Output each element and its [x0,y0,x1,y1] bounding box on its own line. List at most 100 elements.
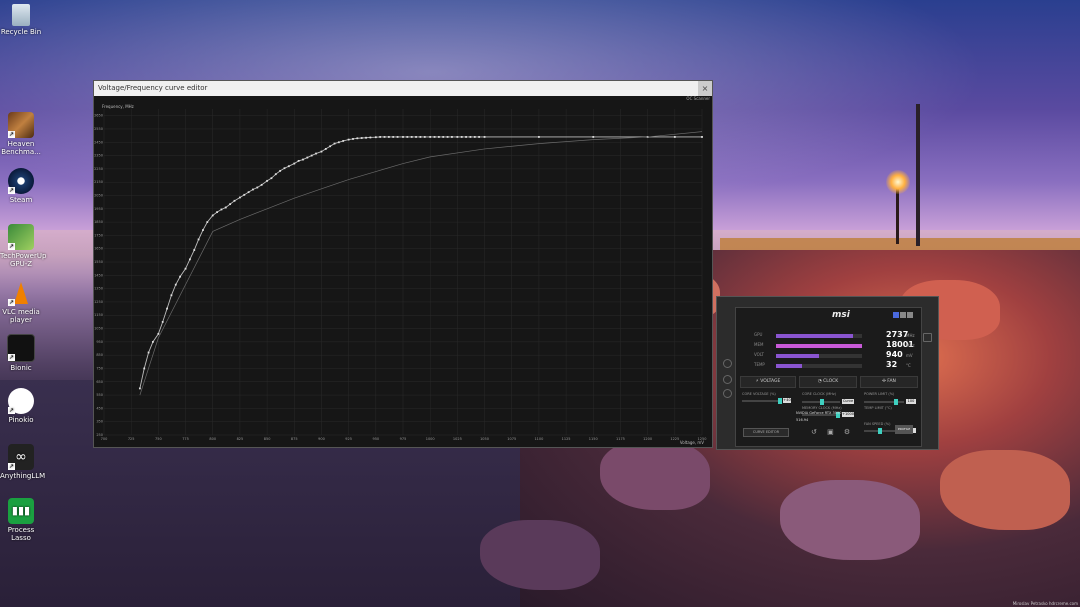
y-tick-label: 550 [96,393,103,397]
curve-point [483,136,486,138]
curve-point [465,136,467,138]
monitor-fill [776,364,802,368]
y-tick-label: 950 [96,340,103,344]
reset-save-apply-buttons[interactable]: ↺ ▣ ⚙ [811,428,854,436]
desktop-icon-process-lasso[interactable]: ▮▮▮ Process Lasso [0,498,42,542]
tab-fan[interactable]: ✣ FAN [860,376,918,388]
x-tick-label: 1050 [480,437,489,441]
desktop-icon-heaven-benchmark[interactable]: ↗ Heaven Benchma... [0,112,42,156]
temp-limit-label: TEMP LIMIT (°C) [864,406,892,410]
x-tick-label: 750 [155,437,162,441]
desktop-icon-label: Pinokio [8,416,34,424]
curve-point [333,142,336,145]
y-tick-label: 350 [96,420,103,424]
curve-point [437,136,440,138]
y-tick-label: 2150 [94,180,103,184]
desktop-icon-vlc[interactable]: ↗ VLC media player [0,280,42,324]
msi-afterburner-window[interactable]: msi GPU 2737 MHz MEM 18001 MHz VOLT 940 mV TEMP 32… [716,296,939,450]
curve-point [224,206,227,209]
memory-clock-value[interactable]: +1000 [842,412,854,417]
monitor-bar [776,354,862,358]
settings-window-button[interactable] [893,312,899,318]
vf-chart[interactable]: 700 725 750 775 800 825 850 875 900 925 950 975 1000… [94,103,712,447]
curve-point [287,165,290,168]
x-tick-label: 1100 [534,437,543,441]
core-clock-value[interactable]: Curve [842,399,854,404]
core-clock-slider[interactable] [802,399,840,405]
x-tick-label: 1075 [507,437,516,441]
y-tick-label: 450 [96,406,103,410]
curve-point [673,136,676,138]
curve-editor-button[interactable]: CURVE EDITOR [743,428,789,437]
curve-point [233,199,236,202]
x-tick-label: 900 [318,437,325,441]
curve-point [220,208,223,211]
curve-point [202,229,204,231]
monitor-unit: mV [906,353,913,358]
monitor-row-temp: TEMP 32 °C [754,360,919,370]
curve-point [174,283,177,286]
curve-point [406,136,409,138]
power-limit-slider[interactable] [864,399,904,405]
monitor-bar [776,334,862,338]
slider-knob[interactable] [894,399,898,405]
curve-point [306,156,309,159]
tab-voltage[interactable]: ⚡ VOLTAGE [740,376,796,388]
desktop-icon-anythingllm[interactable]: ∞ ↗ AnythingLLM [0,444,46,480]
y-tick-label: 1950 [94,207,103,211]
curve-point [310,154,313,157]
monitor-unit: MHz [906,333,915,338]
close-button[interactable]: × [698,81,712,96]
x-tick-label: 1000 [426,437,435,441]
minimize-button[interactable] [900,312,906,318]
curve-point [342,140,345,142]
desktop-icon-label: AnythingLLM [0,472,46,480]
y-tick-label: 2450 [94,140,103,144]
curve-point [442,136,445,138]
curve-point [256,186,259,189]
curve-point [473,136,476,138]
close-button[interactable] [907,312,913,318]
settings-icon[interactable] [723,389,732,398]
power-limit-value[interactable]: 100 [906,399,916,404]
desktop-icon-label: Bionic [10,364,32,372]
slider-knob[interactable] [878,428,882,434]
curve-point [216,211,218,214]
y-tick-label: 1650 [94,247,103,251]
curve-point [701,136,703,138]
link-icon[interactable] [723,375,732,384]
x-tick-label: 800 [209,437,216,441]
core-voltage-value[interactable]: +40 [783,398,791,403]
curve-point [456,136,459,138]
desktop-icon-label: TechPowerUp GPU-Z [0,252,47,268]
core-clock-label: CORE CLOCK (MHz) [802,392,837,396]
vf-curve-editor-window[interactable]: Voltage/Frequency curve editor × OC Scan… [93,80,713,448]
vf-titlebar[interactable]: Voltage/Frequency curve editor × [94,81,712,96]
curve-point [166,307,168,310]
lock-icon[interactable] [923,333,932,342]
slider-knob[interactable] [778,398,782,404]
vlc-icon: ↗ [8,280,34,306]
slider-knob[interactable] [820,399,824,405]
curve-point [293,162,296,165]
y-tick-label: 650 [96,380,103,384]
desktop-icon-steam[interactable]: ↗ Steam [0,168,42,204]
desktop-icon-bionic[interactable]: ↗ Bionic [0,334,42,372]
curve-point [374,136,377,139]
monitor-row-gpu: GPU 2737 MHz [754,330,919,340]
tab-clock[interactable]: ◔ CLOCK [799,376,857,388]
monitor-value: 2737 [886,330,909,339]
desktop-icon-pinokio[interactable]: ↗ Pinokio [0,388,42,424]
y-tick-label: 2550 [94,127,103,131]
y-tick-label: 1550 [94,260,103,264]
core-voltage-slider[interactable] [742,398,782,404]
info-icon[interactable] [723,359,732,368]
curve-point [283,167,286,170]
curve-point [170,294,173,297]
desktop-icon-recycle-bin[interactable]: Recycle Bin [0,4,42,36]
desktop-icon-gpu-z[interactable]: ↗ TechPowerUp GPU-Z [0,224,47,268]
profile-button[interactable]: PROFILE [895,425,913,434]
monitor-value: 32 [886,360,898,369]
curve-point [365,136,367,139]
oc-scanner-button[interactable]: OC Scanner [686,96,710,101]
